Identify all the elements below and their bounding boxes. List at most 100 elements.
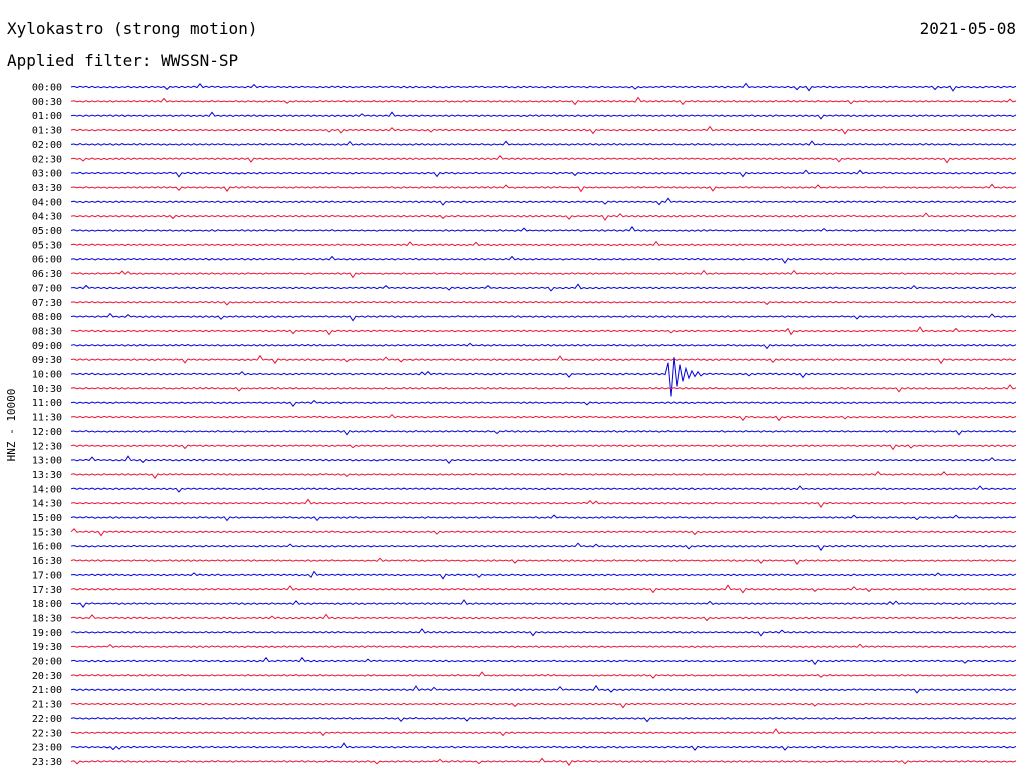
trace-line xyxy=(70,169,1017,178)
trace-line xyxy=(70,429,1017,436)
trace-line xyxy=(70,444,1017,451)
time-label: 14:00 xyxy=(32,484,62,495)
trace-line xyxy=(70,354,1017,365)
time-label: 08:00 xyxy=(32,312,62,323)
time-label: 22:00 xyxy=(32,714,62,725)
time-label: 18:30 xyxy=(32,613,62,624)
trace-group xyxy=(70,82,1017,767)
trace-line xyxy=(70,470,1017,479)
time-label: 11:00 xyxy=(32,398,62,409)
time-label: 02:30 xyxy=(32,154,62,165)
time-label: 18:00 xyxy=(32,599,62,610)
trace-line xyxy=(70,183,1017,193)
trace-line xyxy=(70,557,1017,565)
trace-line xyxy=(70,384,1017,393)
trace-line xyxy=(70,283,1017,292)
time-label: 12:00 xyxy=(32,427,62,438)
trace-line xyxy=(70,140,1017,146)
trace-line xyxy=(70,628,1017,637)
trace-line xyxy=(70,613,1017,622)
time-label-group: 00:00 00:30 01:00 01:30 02:00 02:30 03:00 03:30… xyxy=(32,83,62,768)
time-label: 11:30 xyxy=(32,413,62,424)
time-label: 02:00 xyxy=(32,140,62,151)
time-label: 04:30 xyxy=(32,212,62,223)
time-label: 19:00 xyxy=(32,628,62,639)
time-label: 14:30 xyxy=(32,499,62,510)
trace-line xyxy=(70,702,1017,709)
time-label: 16:00 xyxy=(32,542,62,553)
trace-line xyxy=(70,485,1017,493)
time-label: 15:30 xyxy=(32,527,62,538)
trace-line xyxy=(70,212,1017,221)
trace-line xyxy=(70,111,1017,120)
trace-line xyxy=(70,728,1017,737)
time-label: 06:30 xyxy=(32,269,62,280)
trace-line xyxy=(70,342,1017,350)
trace-line xyxy=(70,455,1017,464)
trace-line xyxy=(70,357,1017,397)
trace-line xyxy=(70,742,1017,751)
trace-line xyxy=(70,96,1017,106)
trace-line xyxy=(70,413,1017,422)
time-label: 01:00 xyxy=(32,111,62,122)
trace-line xyxy=(70,226,1017,232)
trace-line xyxy=(70,255,1017,264)
time-label: 07:00 xyxy=(32,283,62,294)
time-label: 05:00 xyxy=(32,226,62,237)
time-label: 20:00 xyxy=(32,657,62,668)
time-label: 15:00 xyxy=(32,513,62,524)
trace-line xyxy=(70,240,1017,247)
time-label: 04:00 xyxy=(32,197,62,208)
time-label: 12:30 xyxy=(32,441,62,452)
time-label: 23:30 xyxy=(32,757,62,768)
trace-line xyxy=(70,542,1017,552)
time-label: 00:30 xyxy=(32,97,62,108)
trace-line xyxy=(70,584,1017,594)
trace-line xyxy=(70,599,1017,608)
trace-line xyxy=(70,757,1017,767)
time-label: 10:00 xyxy=(32,370,62,381)
time-label: 03:00 xyxy=(32,169,62,180)
time-label: 05:30 xyxy=(32,240,62,251)
time-label: 17:00 xyxy=(32,570,62,581)
trace-line xyxy=(70,197,1017,206)
helicorder-plot: 00:00 00:30 01:00 01:30 02:00 02:30 03:00 03:30… xyxy=(5,82,1017,768)
trace-line xyxy=(70,399,1017,408)
time-label: 01:30 xyxy=(32,126,62,137)
trace-line xyxy=(70,312,1017,322)
trace-line xyxy=(70,717,1017,723)
trace-line xyxy=(70,300,1017,306)
time-label: 10:30 xyxy=(32,384,62,395)
trace-line xyxy=(70,671,1017,679)
time-label: 08:30 xyxy=(32,326,62,337)
time-label: 22:30 xyxy=(32,728,62,739)
trace-line xyxy=(70,155,1017,164)
time-label: 07:30 xyxy=(32,298,62,309)
time-label: 19:30 xyxy=(32,642,62,653)
trace-line xyxy=(70,269,1017,279)
time-label: 09:00 xyxy=(32,341,62,352)
time-label: 17:30 xyxy=(32,585,62,596)
trace-line xyxy=(70,326,1017,336)
time-label: 13:30 xyxy=(32,470,62,481)
trace-line xyxy=(70,684,1017,694)
trace-line xyxy=(70,125,1017,135)
time-label: 00:00 xyxy=(32,83,62,94)
time-label: 06:00 xyxy=(32,255,62,266)
time-label: 21:00 xyxy=(32,685,62,696)
trace-line xyxy=(70,498,1017,509)
time-label: 20:30 xyxy=(32,671,62,682)
trace-line xyxy=(70,570,1017,580)
trace-line xyxy=(70,656,1017,666)
time-label: 03:30 xyxy=(32,183,62,194)
trace-line xyxy=(70,514,1017,522)
time-label: 16:30 xyxy=(32,556,62,567)
trace-line xyxy=(70,82,1017,92)
time-label: 23:00 xyxy=(32,743,62,754)
trace-line xyxy=(70,643,1017,649)
channel-label: HNZ - 10000 xyxy=(5,389,18,462)
time-label: 13:00 xyxy=(32,456,62,467)
trace-line xyxy=(70,528,1017,537)
time-label: 09:30 xyxy=(32,355,62,366)
time-label: 21:30 xyxy=(32,700,62,711)
